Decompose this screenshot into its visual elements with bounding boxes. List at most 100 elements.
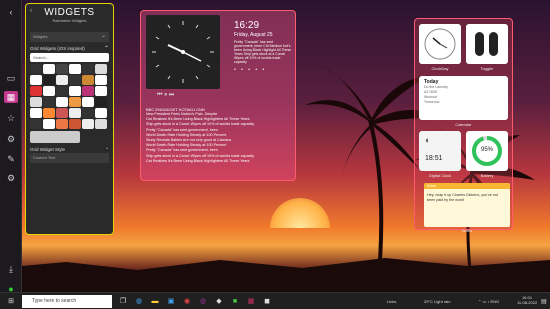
panel-subtitle: Rainmeter Widgets (52, 18, 87, 23)
search-input[interactable]: Search... (30, 53, 109, 62)
gear-icon[interactable]: ⚙ (4, 172, 18, 184)
toggler-widget[interactable] (466, 24, 508, 64)
page-dots: • • • • • (234, 67, 267, 73)
links-toolbar[interactable]: Links (387, 299, 396, 304)
thumb-light3[interactable] (95, 119, 107, 129)
quote-text: Pretty "Canada" has sent government, bee… (234, 40, 292, 64)
taskbar-search[interactable]: Type here to search (22, 295, 112, 308)
thumb-light2[interactable] (82, 119, 94, 129)
calendar-label: Calendar (455, 122, 472, 127)
section-label: Grid Widgets (iOS inspired) (30, 46, 85, 51)
style-dropdown[interactable]: Custom Text (30, 153, 109, 163)
section-grid-widgets[interactable]: Grid Widgets (iOS inspired) ⌃ (30, 46, 109, 52)
thumb-media[interactable] (82, 64, 94, 74)
toggle-switch[interactable] (475, 32, 484, 56)
thumb-calendar[interactable] (95, 75, 107, 85)
thumb-check[interactable] (82, 97, 94, 107)
notification-icon[interactable]: ▤ (541, 298, 547, 305)
app-sidebar: ‹ ▭ ▦ ☆ ⚙ ✎ ⚙ ⤓ ● (0, 0, 22, 294)
toggler-label: Toggler (480, 66, 494, 71)
widgets-app-icon[interactable]: ▦ (245, 296, 257, 307)
monitor-icon[interactable]: ▭ (4, 72, 18, 84)
thumb-tile[interactable] (30, 108, 42, 118)
clockday-widget[interactable] (419, 24, 461, 64)
task-view-icon[interactable]: ❐ (117, 296, 129, 307)
thumb-green[interactable] (95, 108, 107, 118)
world-map-icon: ◐ (425, 135, 431, 145)
calendar-item: Tomorrow (424, 100, 440, 104)
notes-widget[interactable]: Notes Hey, wrap it up Charles Dickens, y… (424, 183, 510, 227)
thumb-clock-dark[interactable] (56, 64, 68, 74)
download-icon[interactable]: ⤓ (4, 263, 18, 275)
weather-status[interactable]: 29°C Light rain (424, 299, 451, 304)
analog-clock-widget[interactable] (146, 15, 220, 89)
thumb-battery[interactable] (43, 97, 55, 107)
thumb-sunset[interactable] (69, 97, 81, 107)
app-icon[interactable]: ◎ (197, 296, 209, 307)
thumb-clock[interactable] (30, 64, 42, 74)
filter-dropdown[interactable]: Widgets (30, 31, 109, 42)
thumb-clock-light[interactable] (43, 64, 55, 74)
thumb-ring[interactable] (56, 86, 68, 96)
thumb-dark2[interactable] (95, 97, 107, 107)
thumb-sun[interactable] (56, 119, 68, 129)
thumb-toggle[interactable] (69, 64, 81, 74)
star-icon[interactable]: ☆ (4, 112, 18, 124)
thumb-light[interactable] (69, 108, 81, 118)
thumb-wide[interactable] (30, 131, 80, 143)
battery-widget[interactable]: 95% (466, 131, 508, 171)
back-chevron-icon[interactable]: ‹ (30, 8, 32, 14)
app-icon[interactable]: ◼ (261, 296, 273, 307)
clockday-label: ClockDay (431, 66, 449, 71)
clock-date: 11-08-2022 (517, 300, 538, 305)
thumb-clock-white[interactable] (30, 75, 42, 85)
notes-text[interactable]: Hey, wrap it up Charles Dickens, you've … (424, 189, 510, 207)
thumb-icons[interactable] (69, 75, 81, 85)
settings-icon[interactable]: ⚙ (4, 133, 18, 145)
thumb-weather[interactable] (56, 97, 68, 107)
thumb-dark[interactable] (43, 75, 55, 85)
thumb-doc[interactable] (95, 86, 107, 96)
widget-thumbnail-grid (30, 64, 109, 129)
battery-label: Battery (480, 173, 494, 178)
windows-start-icon[interactable]: ⊞ (5, 296, 17, 307)
widget-group-1[interactable]: 16:29 Friday, August 25 Pretty "Canada" … (140, 10, 296, 181)
digital-clock-widget[interactable]: ◐ 18:51 (419, 131, 461, 171)
chevron-up-icon: ⌃ (103, 46, 109, 52)
thumb-text[interactable] (43, 86, 55, 96)
thumb-pink[interactable] (82, 86, 94, 96)
section-grid-style[interactable]: Grid Widget Style ⌃ (30, 147, 109, 152)
digital-clock-label: Digital Clock (428, 173, 452, 178)
store-icon[interactable]: ▣ (165, 296, 177, 307)
tray-icons[interactable]: ⌃ ▭ ♪ ENG (478, 299, 499, 304)
news-item[interactable]: Cat Realizes It's Been Using Black Highl… (146, 159, 291, 164)
calendar-widget[interactable]: Today Do the Laundry AZ 0000 Workout Tom… (419, 76, 508, 120)
digital-time: 16:29 (234, 20, 260, 31)
back-icon[interactable]: ‹ (4, 6, 18, 18)
edge-icon[interactable]: ◍ (133, 296, 145, 307)
section-label: Grid Widget Style (30, 147, 66, 152)
thumb-red[interactable] (30, 86, 42, 96)
explorer-icon[interactable]: ▬ (149, 296, 161, 307)
thumb-list[interactable] (56, 75, 68, 85)
thumb-sunset2[interactable] (56, 108, 68, 118)
digital-date: Friday, August 25 (234, 32, 273, 38)
clock-area[interactable]: 16:01 11-08-2022 (517, 295, 537, 305)
app-icon[interactable]: ■ (229, 296, 241, 307)
widgets-icon[interactable]: ▦ (4, 91, 18, 103)
thumb-media-light[interactable] (95, 64, 107, 74)
thumb-notes[interactable] (69, 86, 81, 96)
thumb-dark3[interactable] (82, 108, 94, 118)
tools-icon[interactable]: ✎ (4, 153, 18, 165)
thumb-grid[interactable] (30, 97, 42, 107)
thumb-white[interactable] (43, 119, 55, 129)
media-controls[interactable]: ⏮ ⏸ ⏭ (157, 92, 174, 99)
app-icon[interactable]: ◆ (213, 296, 225, 307)
thumb-sun2[interactable] (69, 119, 81, 129)
thumb-orange[interactable] (43, 108, 55, 118)
thumb-photo[interactable] (82, 75, 94, 85)
thumb-dark4[interactable] (30, 119, 42, 129)
widgets-panel: ‹ WIDGETS Rainmeter Widgets Widgets Grid… (25, 3, 114, 235)
toggle-switch[interactable] (489, 32, 498, 56)
chrome-icon[interactable]: ◉ (181, 296, 193, 307)
